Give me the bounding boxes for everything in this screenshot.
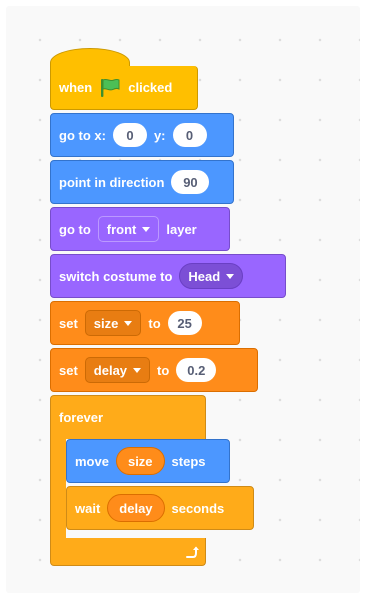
costume-dropdown[interactable]: Head xyxy=(179,263,244,289)
forever-block-bottom[interactable] xyxy=(50,538,206,566)
point-direction-label: point in direction xyxy=(59,174,165,190)
chevron-down-icon xyxy=(226,273,235,279)
wait-seconds-block[interactable]: wait delay seconds xyxy=(66,486,254,530)
delay-variable-value: delay xyxy=(93,362,128,378)
point-in-direction-block[interactable]: point in direction 90 xyxy=(50,160,234,204)
chevron-down-icon xyxy=(124,320,133,326)
wait-seconds-suffix: seconds xyxy=(171,500,225,516)
go-to-xy-label: go to x: xyxy=(59,127,106,143)
size-variable-dropdown[interactable]: size xyxy=(84,310,142,336)
set-delay-to-label: to xyxy=(157,362,170,378)
y-label: y: xyxy=(153,127,166,143)
forever-block[interactable]: forever xyxy=(50,395,206,439)
costume-dropdown-value: Head xyxy=(188,268,221,284)
forever-label: forever xyxy=(59,410,104,425)
set-size-label: set xyxy=(59,315,78,331)
move-steps-suffix: steps xyxy=(171,453,206,469)
switch-costume-label: switch costume to xyxy=(59,268,173,284)
switch-costume-block[interactable]: switch costume to Head xyxy=(50,254,286,298)
move-label: move xyxy=(75,453,109,469)
go-to-layer-label: go to xyxy=(59,221,91,237)
chevron-down-icon xyxy=(133,367,142,373)
when-flag-clicked-block[interactable]: when clicked xyxy=(50,66,198,110)
go-to-xy-block[interactable]: go to x: 0 y: 0 xyxy=(50,113,234,157)
y-input[interactable]: 0 xyxy=(172,123,207,147)
x-input[interactable]: 0 xyxy=(112,123,147,147)
hat-when-label: when xyxy=(59,80,93,95)
layer-dropdown-value: front xyxy=(106,221,137,237)
size-value-input[interactable]: 25 xyxy=(167,311,202,335)
size-variable-value: size xyxy=(93,315,119,331)
move-steps-block[interactable]: move size steps xyxy=(66,439,230,483)
chevron-down-icon xyxy=(142,226,151,232)
forever-block-arm xyxy=(50,438,66,539)
size-reporter[interactable]: size xyxy=(115,447,165,475)
layer-dropdown[interactable]: front xyxy=(97,216,160,242)
green-flag-icon xyxy=(99,78,121,98)
go-to-layer-block[interactable]: go to front layer xyxy=(50,207,230,251)
scripts-area[interactable]: when clicked go to x: 0 y: 0 point in di… xyxy=(6,6,360,593)
loop-arrow-icon xyxy=(183,544,199,565)
set-size-to-label: to xyxy=(148,315,161,331)
delay-reporter[interactable]: delay xyxy=(107,494,165,522)
set-delay-label: set xyxy=(59,362,78,378)
layer-suffix-label: layer xyxy=(166,221,197,237)
delay-value-input[interactable]: 0.2 xyxy=(176,358,217,382)
set-delay-block[interactable]: set delay to 0.2 xyxy=(50,348,258,392)
wait-label: wait xyxy=(75,500,101,516)
hat-clicked-label: clicked xyxy=(128,80,173,95)
set-size-block[interactable]: set size to 25 xyxy=(50,301,240,345)
direction-input[interactable]: 90 xyxy=(171,170,210,194)
delay-variable-dropdown[interactable]: delay xyxy=(84,357,151,383)
